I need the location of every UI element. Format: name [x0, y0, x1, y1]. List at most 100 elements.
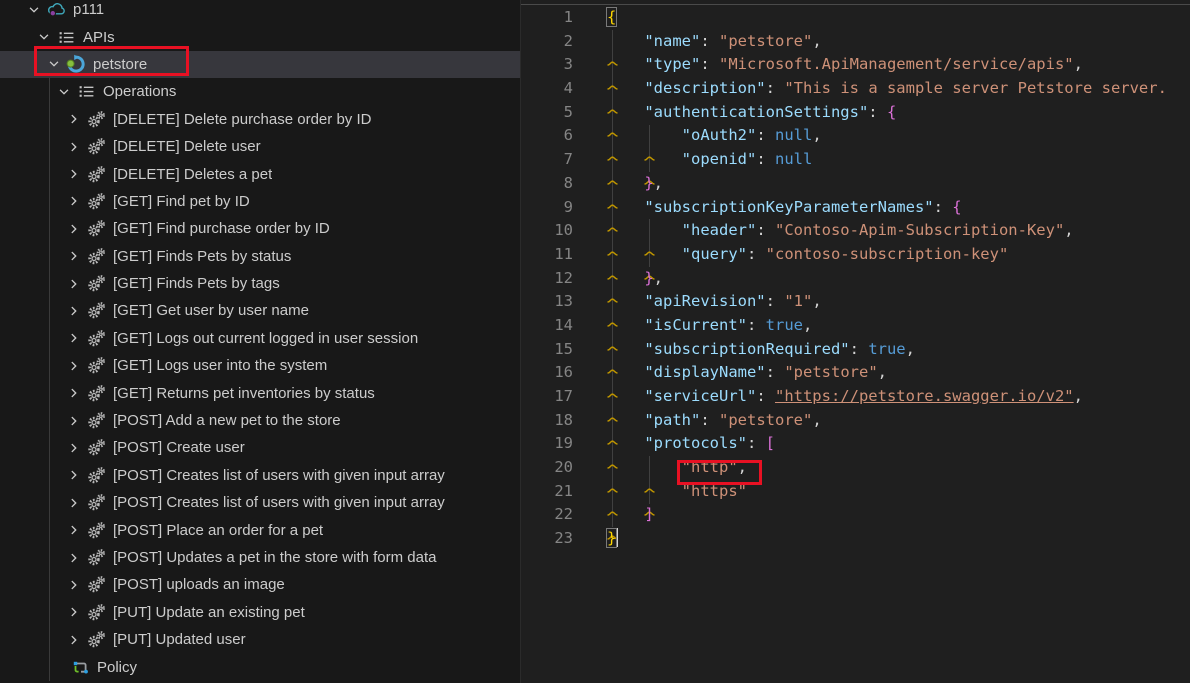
- chevron-right-icon[interactable]: [66, 221, 82, 237]
- tree-item-post-creates-list-of-users-with-given-input-array[interactable]: [POST] Creates list of users with given …: [0, 462, 520, 489]
- code-token: :: [766, 79, 785, 97]
- tree-item-post-add-a-new-pet-to-the-store[interactable]: [POST] Add a new pet to the store: [0, 407, 520, 434]
- chevron-down-icon[interactable]: [56, 84, 72, 100]
- code-line-8[interactable]: 8 },: [521, 172, 1190, 196]
- code-token: }: [644, 269, 653, 287]
- code-token: ,: [738, 458, 747, 476]
- chevron-right-icon[interactable]: [66, 632, 82, 648]
- code-line-13[interactable]: 13 "apiRevision": "1",: [521, 290, 1190, 314]
- code-token: "protocols": [644, 434, 747, 452]
- tree-item-post-updates-a-pet-in-the-store-with-form-data[interactable]: [POST] Updates a pet in the store with f…: [0, 544, 520, 571]
- tree-item-apis[interactable]: APIs: [0, 23, 520, 50]
- code-line-4[interactable]: 4 "description": "This is a sample serve…: [521, 77, 1190, 101]
- code-line-content: "isCurrent": true,: [607, 314, 812, 338]
- code-line-17[interactable]: 17 "serviceUrl": "https://petstore.swagg…: [521, 385, 1190, 409]
- code-line-21[interactable]: 21 "https": [521, 480, 1190, 504]
- code-line-10[interactable]: 10 "header": "Contoso-Apim-Subscription-…: [521, 219, 1190, 243]
- tree-item-post-uploads-an-image[interactable]: [POST] uploads an image: [0, 571, 520, 598]
- code-line-23[interactable]: 23}: [521, 527, 1190, 551]
- chevron-right-icon[interactable]: [66, 413, 82, 429]
- code-token: ,: [1074, 387, 1083, 405]
- chevron-right-icon[interactable]: [66, 111, 82, 127]
- tree-item-get-finds-pets-by-status[interactable]: [GET] Finds Pets by status: [0, 243, 520, 270]
- chevron-right-icon[interactable]: [66, 303, 82, 319]
- tree-item-label: [POST] Place an order for a pet: [113, 522, 323, 539]
- chevron-right-icon[interactable]: [66, 193, 82, 209]
- code-line-14[interactable]: 14 "isCurrent": true,: [521, 314, 1190, 338]
- code-line-content: "protocols": [: [607, 432, 775, 456]
- chevron-right-icon[interactable]: [66, 495, 82, 511]
- tree-item-label: [DELETE] Delete user: [113, 138, 261, 155]
- chevron-right-icon[interactable]: [66, 248, 82, 264]
- code-token: :: [766, 363, 785, 381]
- tree-item-label: [GET] Logs out current logged in user se…: [113, 330, 418, 347]
- chevron-right-icon[interactable]: [66, 467, 82, 483]
- tree-item-put-updated-user[interactable]: [PUT] Updated user: [0, 626, 520, 653]
- tree-item-policy[interactable]: Policy: [0, 653, 520, 680]
- tree-item-p111[interactable]: p111: [0, 0, 520, 23]
- tree-item-get-find-purchase-order-by-id[interactable]: [GET] Find purchase order by ID: [0, 215, 520, 242]
- line-number: 23: [521, 527, 573, 551]
- tree-item-operations[interactable]: Operations: [0, 78, 520, 105]
- tree-item-label: [GET] Get user by user name: [113, 302, 309, 319]
- tree-item-get-returns-pet-inventories-by-status[interactable]: [GET] Returns pet inventories by status: [0, 379, 520, 406]
- api-icon: [66, 54, 86, 74]
- chevron-right-icon[interactable]: [66, 385, 82, 401]
- tree-item-get-get-user-by-user-name[interactable]: [GET] Get user by user name: [0, 297, 520, 324]
- chevron-right-icon[interactable]: [66, 166, 82, 182]
- vscode-window: p111APIspetstoreOperations[DELETE] Delet…: [0, 0, 1190, 683]
- chevron-right-icon[interactable]: [66, 604, 82, 620]
- code-line-15[interactable]: 15 "subscriptionRequired": true,: [521, 338, 1190, 362]
- code-token: "subscriptionRequired": [644, 340, 849, 358]
- code-token: ,: [878, 363, 887, 381]
- tree-item-put-update-an-existing-pet[interactable]: [PUT] Update an existing pet: [0, 599, 520, 626]
- editor-top-border: [521, 4, 1190, 5]
- chevron-down-icon[interactable]: [36, 29, 52, 45]
- chevron-down-icon[interactable]: [26, 2, 42, 18]
- chevron-down-icon[interactable]: [46, 56, 62, 72]
- code-line-2[interactable]: 2 "name": "petstore",: [521, 30, 1190, 54]
- tree-item-get-logs-out-current-logged-in-user-session[interactable]: [GET] Logs out current logged in user se…: [0, 325, 520, 352]
- chevron-right-icon[interactable]: [66, 440, 82, 456]
- tree-item-post-creates-list-of-users-with-given-input-array[interactable]: [POST] Creates list of users with given …: [0, 489, 520, 516]
- tree-item-delete-delete-purchase-order-by-id[interactable]: [DELETE] Delete purchase order by ID: [0, 106, 520, 133]
- code-line-9[interactable]: 9 "subscriptionKeyParameterNames": {: [521, 196, 1190, 220]
- tree-item-get-finds-pets-by-tags[interactable]: [GET] Finds Pets by tags: [0, 270, 520, 297]
- tree-item-post-create-user[interactable]: [POST] Create user: [0, 434, 520, 461]
- chevron-right-icon[interactable]: [66, 550, 82, 566]
- json-editor[interactable]: 1{2 "name": "petstore",3 "type": "Micros…: [520, 0, 1190, 683]
- chevron-right-icon[interactable]: [66, 330, 82, 346]
- tree-item-get-find-pet-by-id[interactable]: [GET] Find pet by ID: [0, 188, 520, 215]
- chevron-right-icon[interactable]: [66, 577, 82, 593]
- code-line-5[interactable]: 5 "authenticationSettings": {: [521, 101, 1190, 125]
- code-token: {: [607, 8, 616, 26]
- chevron-right-icon[interactable]: [66, 276, 82, 292]
- code-line-content: },: [607, 267, 663, 291]
- line-number: 10: [521, 219, 573, 243]
- code-line-1[interactable]: 1{: [521, 6, 1190, 30]
- line-number: 1: [521, 6, 573, 30]
- tree-item-get-logs-user-into-the-system[interactable]: [GET] Logs user into the system: [0, 352, 520, 379]
- code-line-3[interactable]: 3 "type": "Microsoft.ApiManagement/servi…: [521, 53, 1190, 77]
- line-number: 16: [521, 361, 573, 385]
- code-line-16[interactable]: 16 "displayName": "petstore",: [521, 361, 1190, 385]
- tree-item-post-place-an-order-for-a-pet[interactable]: [POST] Place an order for a pet: [0, 516, 520, 543]
- code-token: "This is a sample server Petstore server…: [784, 79, 1176, 97]
- code-line-6[interactable]: 6 "oAuth2": null,: [521, 124, 1190, 148]
- code-area[interactable]: 1{2 "name": "petstore",3 "type": "Micros…: [521, 6, 1190, 551]
- tree-item-petstore[interactable]: petstore: [0, 51, 520, 78]
- code-token: "1": [784, 292, 812, 310]
- code-line-7[interactable]: 7 "openid": null: [521, 148, 1190, 172]
- gears-icon: [86, 301, 106, 321]
- code-line-19[interactable]: 19 "protocols": [: [521, 432, 1190, 456]
- code-line-22[interactable]: 22 ]: [521, 503, 1190, 527]
- tree-item-delete-delete-user[interactable]: [DELETE] Delete user: [0, 133, 520, 160]
- code-line-11[interactable]: 11 "query": "contoso-subscription-key": [521, 243, 1190, 267]
- code-line-20[interactable]: 20 "http",: [521, 456, 1190, 480]
- code-line-18[interactable]: 18 "path": "petstore",: [521, 409, 1190, 433]
- chevron-right-icon[interactable]: [66, 358, 82, 374]
- chevron-right-icon[interactable]: [66, 139, 82, 155]
- code-line-12[interactable]: 12 },: [521, 267, 1190, 291]
- tree-item-delete-deletes-a-pet[interactable]: [DELETE] Deletes a pet: [0, 160, 520, 187]
- chevron-right-icon[interactable]: [66, 522, 82, 538]
